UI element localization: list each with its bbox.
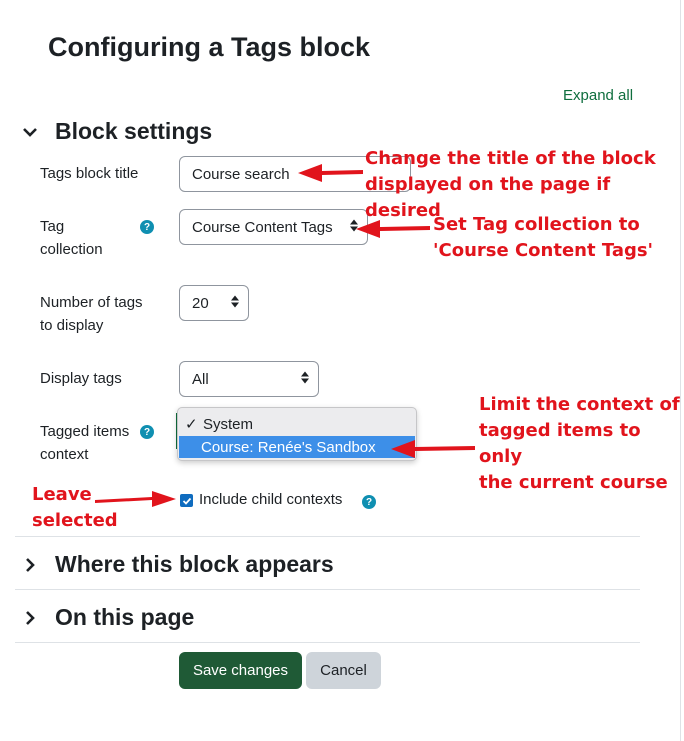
tagged-items-context-label: Tagged items context [40, 423, 130, 463]
annotation-leave-selected: Leave selected [32, 484, 118, 531]
divider [15, 642, 640, 643]
select-caret-icon [350, 219, 358, 236]
tags-block-title-label: Tags block title [40, 165, 139, 182]
include-child-contexts-label: Include child contexts [199, 491, 343, 508]
annotation-context: Limit the context of tagged items to only… [479, 394, 680, 493]
display-tags-select[interactable]: All [179, 361, 319, 397]
select-value: 20 [192, 294, 209, 312]
number-of-tags-select[interactable]: 20 [179, 285, 249, 321]
help-icon[interactable]: ? [140, 220, 154, 234]
section-on-this-page[interactable]: On this page [20, 604, 194, 631]
checkmark-icon: ✓ [185, 416, 198, 433]
include-child-contexts-checkbox[interactable] [180, 494, 193, 507]
tag-collection-label: Tag collection [40, 218, 103, 258]
tagged-items-context-dropdown[interactable]: ✓ System Course: Renée's Sandbox [177, 407, 417, 461]
number-of-tags-label: Number of tags to display [40, 294, 143, 334]
chevron-right-icon [20, 555, 40, 575]
section-block-settings[interactable]: Block settings [20, 118, 212, 145]
chevron-right-icon [20, 608, 40, 628]
page-edge [680, 0, 681, 741]
section-title: Where this block appears [55, 551, 334, 577]
page-title: Configuring a Tags block [48, 32, 371, 62]
section-where-appears[interactable]: Where this block appears [20, 551, 334, 578]
help-icon[interactable]: ? [362, 495, 376, 509]
select-caret-icon [231, 295, 239, 312]
save-changes-button[interactable]: Save changes [179, 652, 302, 689]
section-title: On this page [55, 604, 195, 630]
divider [15, 536, 640, 537]
input-value: Course search [192, 165, 290, 183]
select-caret-icon [301, 371, 309, 388]
expand-all-link[interactable]: Expand all [563, 87, 633, 104]
section-title: Block settings [55, 118, 213, 144]
chevron-down-icon [20, 122, 40, 142]
context-option-course[interactable]: Course: Renée's Sandbox [179, 436, 415, 458]
tag-collection-select[interactable]: Course Content Tags [179, 209, 368, 245]
display-tags-label: Display tags [40, 370, 122, 387]
help-icon[interactable]: ? [140, 425, 154, 439]
select-value: Course Content Tags [192, 218, 333, 236]
select-value: All [192, 370, 209, 388]
divider [15, 589, 640, 590]
cancel-button[interactable]: Cancel [306, 652, 381, 689]
context-option-system[interactable]: ✓ System [179, 413, 415, 435]
annotation-collection: Set Tag collection to 'Course Content Tag… [433, 214, 654, 261]
